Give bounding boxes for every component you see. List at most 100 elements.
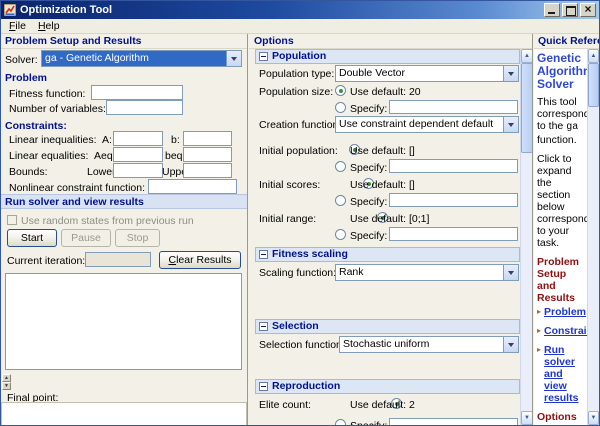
- minimize-button[interactable]: [544, 3, 560, 17]
- initial-scores-default-label: Use default: []: [350, 179, 415, 191]
- elite-count-label: Elite count:: [259, 399, 311, 411]
- scaling-function-label: Scaling function:: [259, 267, 337, 279]
- population-type-label: Population type:: [259, 68, 335, 80]
- quickref-link-problem[interactable]: Problem: [544, 306, 586, 318]
- selection-section-title: Selection: [272, 320, 319, 332]
- linear-equalities-beq-input[interactable]: [183, 147, 232, 162]
- linear-equalities-aeq-input[interactable]: [113, 147, 163, 162]
- creation-function-value: Use constraint dependent default: [339, 118, 494, 130]
- population-size-specify-radio[interactable]: [335, 102, 346, 113]
- bullet-arrow-icon: [537, 325, 544, 337]
- quickref-link-constraints[interactable]: Constraints: [544, 325, 587, 337]
- results-display[interactable]: [5, 273, 242, 370]
- current-iteration-field[interactable]: [85, 252, 151, 267]
- reproduction-section-title: Reproduction: [272, 380, 341, 392]
- num-variables-input[interactable]: [106, 100, 183, 115]
- quickref-scrollbar-thumb[interactable]: [588, 63, 599, 107]
- initial-range-default-label: Use default: [0;1]: [350, 213, 430, 225]
- random-states-checkbox[interactable]: [7, 215, 17, 225]
- quickref-intro: This tool corresponds to the ga function…: [537, 96, 587, 146]
- initial-population-label: Initial population:: [259, 145, 338, 157]
- a-label: A:: [102, 134, 112, 146]
- initial-scores-label: Initial scores:: [259, 179, 321, 191]
- window-titlebar[interactable]: Optimization Tool: [1, 1, 599, 19]
- linear-inequalities-a-input[interactable]: [113, 131, 163, 146]
- num-variables-label: Number of variables:: [9, 103, 106, 115]
- nonlinear-constraint-input[interactable]: [148, 179, 237, 194]
- bounds-label: Bounds:: [9, 166, 48, 178]
- menu-help[interactable]: Help: [32, 20, 66, 32]
- quickref-setup-heading: Problem Setup and Results: [537, 256, 580, 304]
- population-section-header[interactable]: Population: [255, 49, 520, 64]
- menu-file[interactable]: File: [3, 20, 32, 32]
- selection-function-select[interactable]: Stochastic uniform: [339, 336, 519, 353]
- collapse-icon[interactable]: [259, 52, 268, 61]
- linear-inequalities-b-input[interactable]: [183, 131, 232, 146]
- bounds-upper-input[interactable]: [183, 163, 232, 178]
- options-header: Options: [249, 34, 532, 49]
- solver-label: Solver:: [5, 54, 38, 66]
- app-icon: [4, 4, 16, 16]
- chevron-down-icon[interactable]: [503, 265, 518, 280]
- options-scrollbar-thumb[interactable]: [521, 63, 532, 153]
- population-type-value: Double Vector: [339, 67, 405, 79]
- quickref-expand-hint: Click to expand the section below corres…: [537, 153, 587, 249]
- pause-button[interactable]: Pause: [61, 229, 111, 247]
- bounds-lower-input[interactable]: [113, 163, 163, 178]
- quickref-link-run[interactable]: Run solver and view results: [544, 344, 585, 404]
- reproduction-section-header[interactable]: Reproduction: [255, 379, 520, 394]
- selection-function-value: Stochastic uniform: [343, 338, 430, 350]
- chevron-down-icon[interactable]: [503, 337, 518, 352]
- selection-section-header[interactable]: Selection: [255, 319, 520, 334]
- stop-button[interactable]: Stop: [115, 229, 160, 247]
- quickref-intro-text: This tool corresponds to the: [537, 96, 587, 132]
- specify-label: Specify:: [350, 162, 388, 174]
- initial-range-label: Initial range:: [259, 213, 317, 225]
- collapse-icon[interactable]: [259, 322, 268, 331]
- initial-range-specify-radio[interactable]: [335, 229, 346, 240]
- solver-select[interactable]: ga - Genetic Algorithm: [41, 50, 242, 67]
- close-button[interactable]: [580, 2, 596, 17]
- fitness-function-input[interactable]: [91, 85, 183, 100]
- scroll-down-icon[interactable]: [521, 411, 532, 425]
- scaling-function-select[interactable]: Rank: [335, 264, 519, 281]
- elite-count-specify-radio[interactable]: [335, 419, 346, 425]
- initial-scores-specify-input[interactable]: [389, 193, 518, 207]
- collapse-icon[interactable]: [259, 382, 268, 391]
- optimization-tool-window: Optimization Tool File Help Problem Setu…: [0, 0, 600, 426]
- scroll-up-icon[interactable]: [588, 49, 599, 63]
- random-states-label: Use random states from previous run: [21, 215, 194, 227]
- elite-count-specify-input[interactable]: [389, 418, 518, 425]
- initial-range-specify-input[interactable]: [389, 227, 518, 241]
- initial-population-specify-input[interactable]: [389, 159, 518, 173]
- quick-reference-content: Genetic Algorithm Solver This tool corre…: [534, 49, 587, 425]
- scroll-down-icon[interactable]: [588, 411, 599, 425]
- initial-population-specify-radio[interactable]: [335, 161, 346, 172]
- window-title: Optimization Tool: [20, 4, 113, 16]
- quickref-scrollbar[interactable]: [587, 49, 599, 425]
- specify-label: Specify:: [350, 420, 387, 425]
- bullet-arrow-icon: [537, 344, 544, 404]
- population-size-default-radio[interactable]: [335, 85, 346, 96]
- population-section-title: Population: [272, 50, 327, 62]
- clear-results-button[interactable]: Clear Results: [159, 251, 241, 269]
- results-scroll-up-button[interactable]: [2, 374, 11, 382]
- scroll-up-icon[interactable]: [521, 49, 532, 63]
- population-type-select[interactable]: Double Vector: [335, 65, 519, 82]
- results-scroll-down-button[interactable]: [2, 382, 11, 390]
- fitness-scaling-section-header[interactable]: Fitness scaling: [255, 247, 520, 262]
- chevron-down-icon[interactable]: [503, 117, 518, 132]
- start-button[interactable]: Start: [7, 229, 57, 247]
- collapse-icon[interactable]: [259, 250, 268, 259]
- maximize-button[interactable]: [562, 3, 578, 17]
- options-scrollbar[interactable]: [520, 49, 532, 425]
- quickref-title: Genetic Algorithm Solver: [537, 51, 587, 91]
- creation-function-select[interactable]: Use constraint dependent default: [335, 116, 519, 133]
- problem-setup-panel: Problem Setup and Results Solver: ga - G…: [1, 34, 248, 425]
- chevron-down-icon[interactable]: [503, 66, 518, 81]
- population-size-specify-input[interactable]: [389, 100, 518, 114]
- initial-scores-specify-radio[interactable]: [335, 195, 346, 206]
- bullet-arrow-icon: [537, 306, 544, 318]
- chevron-down-icon[interactable]: [226, 51, 241, 66]
- quickref-options-heading: Options: [537, 411, 577, 423]
